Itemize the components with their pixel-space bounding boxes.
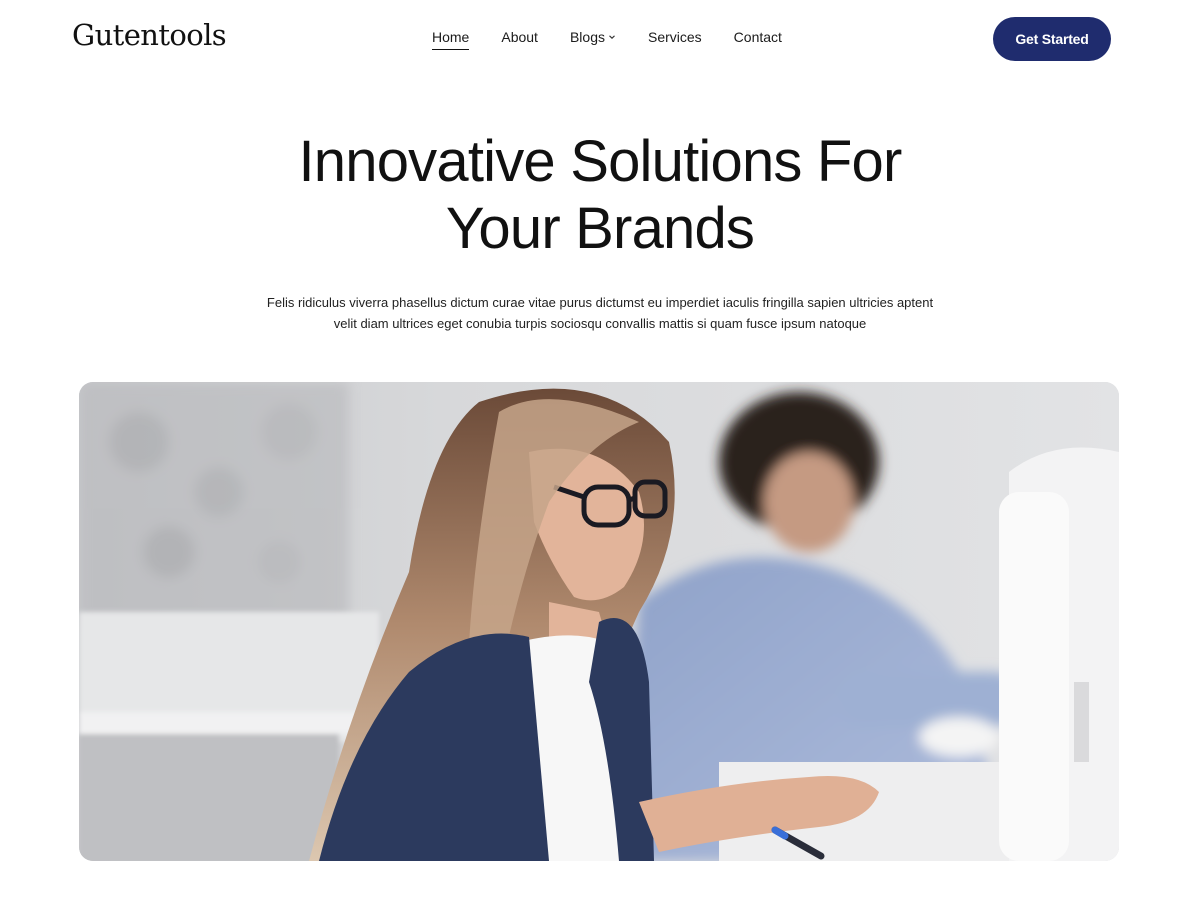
hero-image xyxy=(79,382,1119,861)
hero-subtitle-line-2: velit diam ultrices eget conubia turpis … xyxy=(333,316,867,331)
nav-item-label: Home xyxy=(432,29,470,45)
get-started-label: Get Started xyxy=(1015,31,1089,47)
nav-item-about[interactable]: About xyxy=(501,29,538,50)
get-started-button[interactable]: Get Started xyxy=(993,17,1111,61)
hero-title-line-1: Innovative Solutions For xyxy=(298,129,902,194)
nav-item-label: Blogs xyxy=(569,29,605,45)
nav-item-home[interactable]: Home xyxy=(432,29,470,50)
site-header: Gutentools Home About Blogs Services Con… xyxy=(0,0,1200,78)
hero-subtitle: Felis ridiculus viverra phasellus dictum… xyxy=(240,292,960,334)
office-photo-illustration xyxy=(79,382,1119,861)
nav-item-label: Contact xyxy=(733,29,782,45)
nav-item-blogs[interactable]: Blogs xyxy=(570,29,616,50)
hero-title: Innovative Solutions For Your Brands xyxy=(0,128,1200,262)
main-nav: Home About Blogs Services Contact xyxy=(432,29,782,50)
nav-item-label: Services xyxy=(647,29,702,45)
site-logo[interactable]: Gutentools xyxy=(72,18,227,52)
nav-item-label: About xyxy=(501,29,538,45)
chevron-down-icon xyxy=(609,35,615,39)
hero-subtitle-line-1: Felis ridiculus viverra phasellus dictum… xyxy=(266,295,934,310)
hero-title-line-2: Your Brands xyxy=(445,196,755,261)
nav-item-services[interactable]: Services xyxy=(648,29,702,50)
nav-item-contact[interactable]: Contact xyxy=(734,29,782,50)
